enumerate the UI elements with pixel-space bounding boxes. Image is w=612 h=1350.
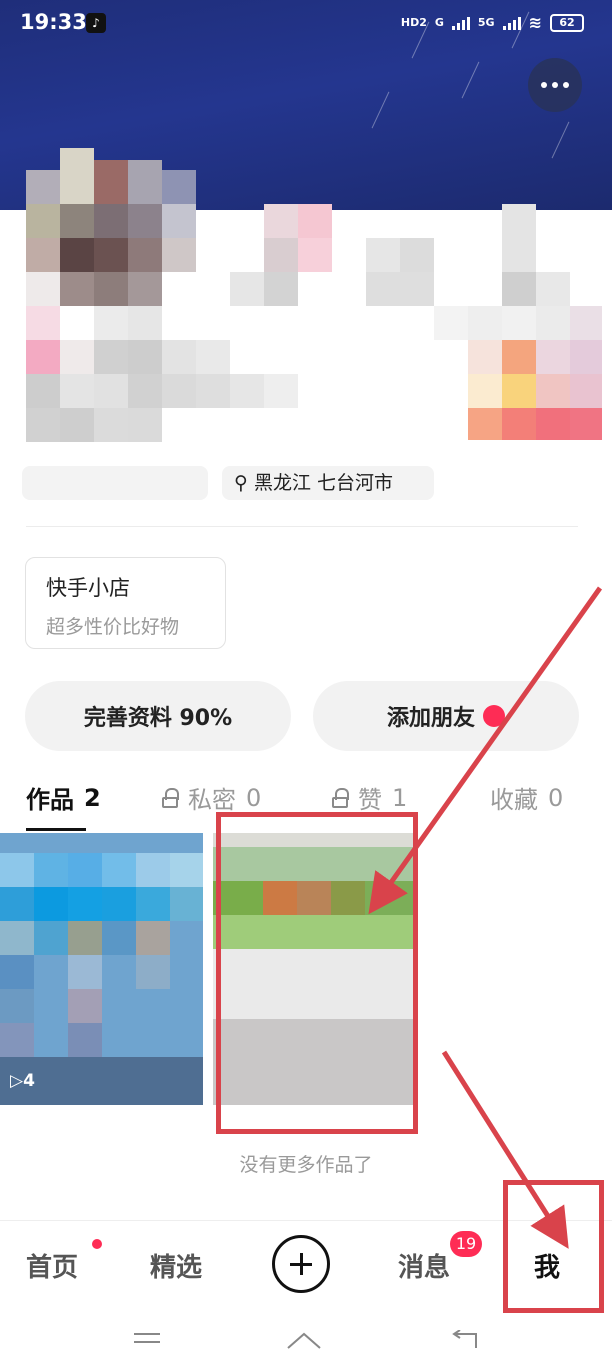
- annotation-arrows: [368, 586, 603, 1249]
- arrow-to-work: [368, 586, 603, 915]
- arrow-to-me: [441, 1050, 569, 1249]
